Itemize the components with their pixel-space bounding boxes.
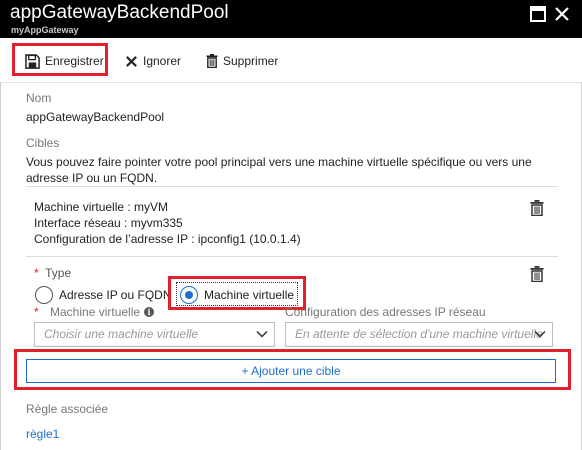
chevron-down-icon: [534, 330, 546, 338]
delete-new-target-icon[interactable]: [530, 266, 544, 282]
divider: [26, 186, 558, 187]
type-label: * Type: [34, 266, 71, 280]
rule-label: Règle associée: [26, 402, 109, 416]
save-highlight: [12, 43, 108, 76]
blade-header: appGatewayBackendPool myAppGateway: [0, 0, 582, 38]
vm-field-label: * Machine virtuelle i: [34, 305, 155, 319]
close-icon[interactable]: [554, 6, 570, 22]
blade-title: appGatewayBackendPool: [10, 2, 229, 23]
name-label: Nom: [26, 91, 52, 105]
vm-select[interactable]: Choisir une machine virtuelle: [34, 322, 275, 347]
delete-target-icon[interactable]: [530, 200, 544, 216]
existing-target-ipconfig: Configuration de l’adresse IP : ipconfig…: [34, 232, 301, 246]
required-mark: *: [34, 266, 39, 280]
discard-label: Ignorer: [143, 54, 182, 68]
name-value: appGatewayBackendPool: [26, 110, 165, 124]
ipconfig-select-placeholder: En attente de sélection d'une machine vi…: [295, 327, 543, 341]
rule-link[interactable]: règle1: [26, 427, 59, 441]
delete-button[interactable]: Supprimer: [206, 52, 278, 70]
existing-target-nic: Interface réseau : myvm335: [34, 216, 183, 230]
radio-button[interactable]: [35, 286, 53, 304]
panel-border-left: [0, 82, 1, 450]
discard-button[interactable]: Ignorer: [125, 52, 181, 70]
type-label-text: Type: [45, 266, 72, 280]
blade-subtitle: myAppGateway: [11, 25, 79, 35]
radio-ip-fqdn-label: Adresse IP ou FQDN: [59, 288, 172, 302]
vm-select-placeholder: Choisir une machine virtuelle: [44, 327, 199, 341]
delete-label: Supprimer: [223, 54, 279, 68]
targets-label: Cibles: [26, 136, 60, 150]
divider: [26, 256, 558, 257]
chevron-down-icon: [256, 330, 268, 338]
toolbar-divider: [0, 82, 582, 83]
required-mark: *: [34, 305, 39, 319]
ipconfig-select[interactable]: En attente de sélection d'une machine vi…: [285, 322, 553, 347]
maximize-icon[interactable]: [530, 6, 546, 22]
vm-field-label-text: Machine virtuelle: [50, 305, 141, 319]
existing-target-vm: Machine virtuelle : myVM: [34, 200, 169, 214]
info-icon[interactable]: i: [144, 307, 155, 317]
radio-ip-fqdn[interactable]: Adresse IP ou FQDN: [35, 286, 172, 304]
trash-icon: [206, 54, 218, 68]
discard-icon: [126, 55, 137, 67]
ipconfig-field-label: Configuration des adresses IP réseau: [285, 305, 486, 319]
add-target-highlight: [14, 349, 571, 390]
targets-description: Vous pouvez faire pointer votre pool pri…: [26, 155, 532, 185]
